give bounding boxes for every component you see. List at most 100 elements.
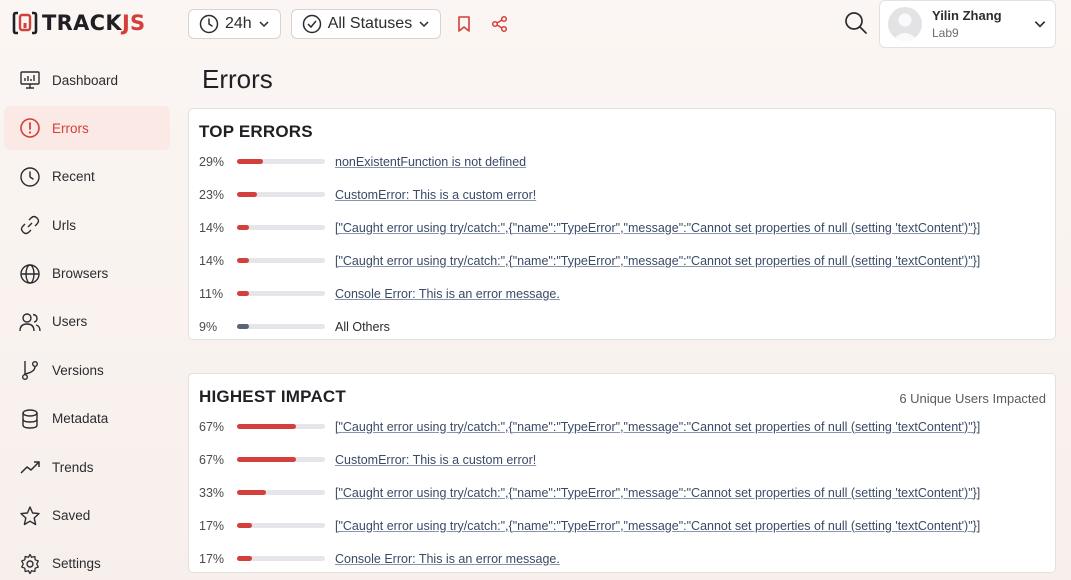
trackjs-logo-icon (12, 11, 38, 35)
clock-icon (199, 14, 219, 34)
sidebar-item-settings[interactable]: Settings (4, 542, 170, 580)
top-errors-card: TOP ERRORS 29% nonExistentFunction is not… (188, 108, 1056, 340)
error-share-bar (237, 225, 325, 230)
time-filter-dropdown[interactable]: 24h (188, 9, 281, 39)
trend-icon (18, 455, 42, 479)
trackjs-logo[interactable]: TRACKJS (12, 8, 145, 38)
error-share-bar (237, 159, 325, 164)
share-icon (492, 15, 508, 33)
sidebar-item-label: Recent (52, 169, 95, 185)
gear-icon (18, 552, 42, 576)
time-filter-label: 24h (225, 15, 252, 32)
avatar-placeholder-icon (892, 13, 918, 41)
sidebar-item-recent[interactable]: Recent (4, 155, 170, 199)
error-link[interactable]: ["Caught error using try/catch:",{"name"… (335, 486, 1045, 500)
all-others-label: All Others (335, 319, 390, 334)
error-row: 14% ["Caught error using try/catch:",{"na… (189, 244, 1055, 277)
sidebar-item-label: Settings (52, 556, 101, 572)
sidebar-item-saved[interactable]: Saved (4, 494, 170, 538)
error-link[interactable]: nonExistentFunction is not defined (335, 155, 1045, 169)
error-row: 17% Console Error: This is an error messa… (189, 542, 1055, 575)
bookmark-button[interactable] (451, 11, 477, 37)
error-row: 17% ["Caught error using try/catch:",{"na… (189, 509, 1055, 542)
sidebar-item-dashboard[interactable]: Dashboard (4, 58, 170, 102)
error-percent: 17% (199, 551, 225, 566)
error-percent: 17% (199, 518, 225, 533)
database-icon (18, 407, 42, 431)
sidebar-item-label: Versions (52, 362, 104, 378)
error-share-bar-fill (237, 523, 252, 528)
filter-bar: 24h All Statuses (188, 9, 513, 39)
error-share-bar-fill (237, 457, 296, 462)
status-filter-label: All Statuses (327, 15, 413, 32)
error-share-bar (237, 490, 325, 495)
error-percent: 67% (199, 419, 225, 434)
error-share-bar-fill (237, 258, 249, 263)
sidebar-item-urls[interactable]: Urls (4, 203, 170, 247)
sidebar-item-browsers[interactable]: Browsers (4, 252, 170, 296)
error-percent: 11% (199, 286, 224, 301)
globe-icon (18, 262, 42, 286)
chevron-down-icon (1034, 21, 1046, 28)
error-share-bar (237, 457, 325, 462)
error-row: 11% Console Error: This is an error messa… (189, 277, 1055, 310)
sidebar-item-label: Users (52, 314, 88, 330)
sidebar-item-label: Browsers (52, 266, 109, 282)
error-percent: 29% (199, 154, 225, 169)
sidebar-item-trends[interactable]: Trends (4, 445, 170, 489)
error-share-bar-fill (237, 159, 263, 164)
avatar (888, 7, 922, 41)
sidebar-item-label: Errors (52, 120, 89, 136)
sidebar-nav: Dashboard Errors Recent Urls Browsers Us… (4, 58, 170, 580)
error-link[interactable]: CustomError: This is a custom error! (335, 188, 1045, 202)
unique-users-impacted: 6 Unique Users Impacted (899, 391, 1046, 406)
error-share-bar-fill (237, 490, 266, 495)
error-row: 9% All Others (189, 310, 1055, 343)
error-share-bar-fill (237, 556, 252, 561)
error-row: 67% CustomError: This is a custom error! (189, 443, 1055, 476)
error-link[interactable]: ["Caught error using try/catch:",{"name"… (335, 519, 1045, 533)
sidebar-item-label: Dashboard (52, 72, 119, 88)
sidebar-item-metadata[interactable]: Metadata (4, 397, 170, 441)
error-link[interactable]: ["Caught error using try/catch:",{"name"… (335, 221, 1045, 235)
error-share-bar (237, 523, 325, 528)
page-title: Errors (202, 64, 273, 94)
sidebar-item-label: Trends (52, 459, 94, 475)
error-link[interactable]: ["Caught error using try/catch:",{"name"… (335, 420, 1045, 434)
branch-icon (18, 358, 42, 382)
error-row: 29% nonExistentFunction is not defined (189, 145, 1055, 178)
highest-impact-card: HIGHEST IMPACT 6 Unique Users Impacted 6… (188, 373, 1056, 573)
error-link[interactable]: ["Caught error using try/catch:",{"name"… (335, 254, 1045, 268)
top-errors-title: TOP ERRORS (199, 122, 313, 141)
status-filter-dropdown[interactable]: All Statuses (290, 9, 442, 39)
sidebar-item-versions[interactable]: Versions (4, 348, 170, 392)
error-row: 23% CustomError: This is a custom error! (189, 178, 1055, 211)
error-row: 33% ["Caught error using try/catch:",{"na… (189, 476, 1055, 509)
search-icon (845, 12, 867, 34)
error-percent: 33% (199, 485, 225, 500)
user-org: Lab9 (932, 26, 959, 40)
error-link[interactable]: CustomError: This is a custom error! (335, 453, 1045, 467)
error-row: 14% ["Caught error using try/catch:",{"na… (189, 211, 1055, 244)
error-share-bar (237, 258, 325, 263)
alert-circle-icon (18, 116, 42, 140)
share-button[interactable] (487, 11, 513, 37)
error-share-bar-fill (237, 225, 249, 230)
error-percent: 14% (199, 220, 225, 235)
chevron-down-icon (419, 21, 429, 28)
error-percent: 14% (199, 253, 225, 268)
error-link[interactable]: Console Error: This is an error message. (335, 287, 1045, 301)
link-icon (18, 213, 42, 237)
sidebar-item-users[interactable]: Users (4, 300, 170, 344)
search-button[interactable] (842, 9, 870, 37)
error-share-bar (237, 291, 325, 296)
error-link[interactable]: Console Error: This is an error message. (335, 552, 1045, 566)
users-icon (18, 310, 42, 334)
error-share-bar-fill (237, 291, 249, 296)
sidebar-item-label: Urls (52, 217, 76, 233)
error-share-bar-fill (237, 324, 249, 329)
sidebar-item-errors[interactable]: Errors (4, 106, 170, 151)
user-menu[interactable]: Yilin Zhang Lab9 (879, 0, 1056, 48)
error-share-bar (237, 324, 325, 329)
error-percent: 23% (199, 187, 225, 202)
